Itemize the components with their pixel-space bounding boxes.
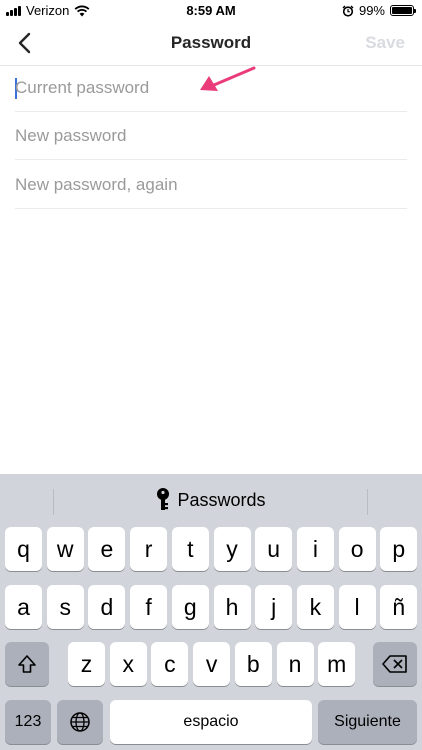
- alarm-clock-icon: [342, 5, 354, 17]
- key-c[interactable]: c: [151, 642, 189, 686]
- battery-icon: [390, 5, 416, 16]
- next-key[interactable]: Siguiente: [318, 700, 417, 744]
- new-password-again-field[interactable]: [15, 161, 407, 209]
- key-f[interactable]: f: [130, 585, 168, 629]
- key-ñ[interactable]: ñ: [380, 585, 418, 629]
- key-e[interactable]: e: [88, 527, 126, 571]
- key-r[interactable]: r: [130, 527, 168, 571]
- key-j[interactable]: j: [255, 585, 293, 629]
- new-password-field[interactable]: [15, 112, 407, 160]
- key-n[interactable]: n: [276, 642, 314, 686]
- status-right: 99%: [342, 3, 416, 18]
- key-x[interactable]: x: [109, 642, 147, 686]
- shift-key[interactable]: [5, 642, 49, 686]
- globe-key[interactable]: [57, 700, 103, 744]
- globe-icon: [70, 712, 90, 732]
- backspace-icon: [382, 655, 407, 673]
- key-s[interactable]: s: [46, 585, 84, 629]
- delete-key[interactable]: [373, 642, 417, 686]
- save-button[interactable]: Save: [365, 33, 405, 53]
- key-l[interactable]: l: [338, 585, 376, 629]
- key-q[interactable]: q: [5, 527, 42, 571]
- keyboard-suggestion-bar: Passwords: [0, 474, 422, 525]
- battery-fill: [392, 7, 412, 14]
- key-g[interactable]: g: [171, 585, 209, 629]
- key-o[interactable]: o: [338, 527, 376, 571]
- passwords-suggestion-label: Passwords: [177, 489, 266, 510]
- key-w[interactable]: w: [46, 527, 84, 571]
- key-m[interactable]: m: [318, 642, 356, 686]
- key-v[interactable]: v: [193, 642, 231, 686]
- annotation-arrow-icon: [200, 66, 256, 91]
- new-password-input[interactable]: [15, 112, 407, 159]
- battery-percent: 99%: [358, 3, 385, 18]
- status-bar: Verizon 8:59 AM 99%: [0, 0, 422, 20]
- key-y[interactable]: y: [213, 527, 251, 571]
- keyboard: Passwords qwertyuiop asdfghjklñ zxcvbnm …: [0, 474, 422, 750]
- key-d[interactable]: d: [88, 585, 126, 629]
- key-h[interactable]: h: [213, 585, 251, 629]
- numbers-key[interactable]: 123: [5, 700, 51, 744]
- key-a[interactable]: a: [5, 585, 42, 629]
- space-key[interactable]: espacio: [110, 700, 312, 744]
- key-i[interactable]: i: [296, 527, 334, 571]
- passwords-suggestion[interactable]: Passwords: [0, 488, 422, 512]
- key-k[interactable]: k: [296, 585, 334, 629]
- key-p[interactable]: p: [380, 527, 418, 571]
- page-title: Password: [170, 33, 252, 52]
- new-password-again-input[interactable]: [15, 161, 407, 208]
- key-z[interactable]: z: [68, 642, 105, 686]
- shift-arrow-icon: [18, 655, 36, 673]
- key-u[interactable]: u: [255, 527, 293, 571]
- key-t[interactable]: t: [171, 527, 209, 571]
- key-icon: [157, 488, 170, 510]
- navigation-bar: Password Save: [0, 20, 422, 66]
- key-b[interactable]: b: [234, 642, 272, 686]
